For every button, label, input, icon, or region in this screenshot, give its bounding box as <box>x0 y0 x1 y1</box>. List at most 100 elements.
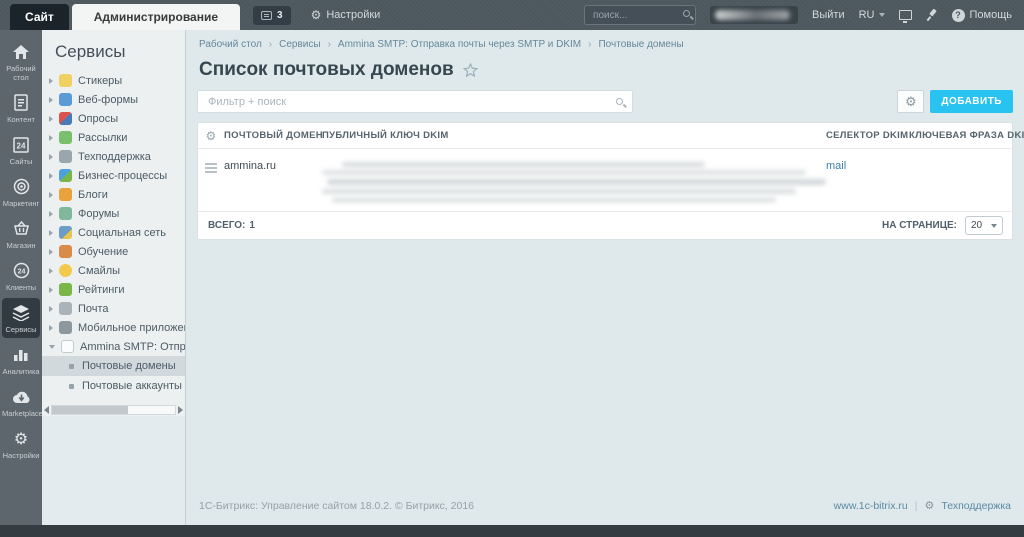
topbar-settings-button[interactable]: Настройки <box>311 8 380 22</box>
language-label: RU <box>858 9 875 21</box>
menu-item-polls[interactable]: Опросы <box>42 109 185 128</box>
smtp-module-icon <box>61 340 74 353</box>
tab-administration[interactable]: Администрирование <box>71 4 241 30</box>
header-dkim-selector[interactable]: СЕЛЕКТОР DKIM <box>826 130 909 141</box>
column-settings-icon[interactable] <box>205 130 216 142</box>
breadcrumb-separator-icon <box>328 39 331 50</box>
sidebar-item-desktop[interactable]: Рабочий стол <box>2 37 40 86</box>
sidebar-item-marketing[interactable]: Маркетинг <box>2 172 40 212</box>
layers-icon <box>12 303 31 322</box>
menu-item-mail[interactable]: Почта <box>42 299 185 318</box>
table-row: ammina.ru mail <box>198 149 1012 212</box>
help-button[interactable]: Помощь <box>951 8 1013 22</box>
add-button[interactable]: ДОБАВИТЬ <box>930 90 1013 113</box>
sidebar-item-sites[interactable]: 24 Сайты <box>2 130 40 170</box>
per-page-select[interactable]: 20 <box>965 216 1003 235</box>
cell-dkim-selector[interactable]: mail <box>826 160 909 172</box>
topbar-right: Выйти RU Помощь <box>584 5 1012 26</box>
header-mail-domain[interactable]: ПОЧТОВЫЙ ДОМЕН <box>224 130 323 141</box>
search-icon <box>683 9 691 17</box>
header-public-key[interactable]: ПУБЛИЧНЫЙ КЛЮЧ DKIM <box>322 130 826 141</box>
chevron-right-icon <box>49 115 53 122</box>
webform-icon <box>59 93 72 106</box>
filter-search-input[interactable] <box>198 95 632 108</box>
poll-icon <box>59 112 72 125</box>
notifications-button[interactable]: 3 <box>253 5 291 25</box>
menu-horizontal-scrollbar <box>42 403 185 416</box>
table-footer: ВСЕГО: 1 НА СТРАНИЦЕ: 20 <box>198 212 1012 239</box>
sticker-icon <box>59 74 72 87</box>
pin-icon[interactable] <box>926 9 938 21</box>
tab-site[interactable]: Сайт <box>10 4 69 30</box>
cell-domain[interactable]: ammina.ru <box>224 160 322 172</box>
cell-public-key-blurred <box>322 160 826 202</box>
language-dropdown[interactable]: RU <box>859 9 885 21</box>
chevron-right-icon <box>49 172 53 179</box>
filter-search-box <box>197 90 633 113</box>
chevron-right-icon <box>49 305 53 312</box>
per-page-label: НА СТРАНИЦЕ: <box>881 220 957 231</box>
row-menu-icon[interactable] <box>198 160 224 173</box>
sidebar-item-marketplace[interactable]: Marketplace <box>2 382 43 422</box>
svg-text:24: 24 <box>17 269 25 276</box>
bitrix-site-link[interactable]: www.1c-bitrix.ru <box>834 500 908 512</box>
app-window: Сайт Администрирование 3 Настройки Выйти… <box>0 0 1024 537</box>
support-link[interactable]: Техподдержка <box>941 500 1011 512</box>
chevron-right-icon <box>49 286 53 293</box>
target-icon <box>12 177 31 196</box>
bullet-icon <box>69 363 74 369</box>
domains-table: ПОЧТОВЫЙ ДОМЕН ПУБЛИЧНЫЙ КЛЮЧ DKIM СЕЛЕК… <box>197 122 1024 240</box>
favorite-star-icon[interactable] <box>462 63 478 77</box>
scrollbar-thumb[interactable] <box>52 405 129 414</box>
chevron-down-icon <box>991 223 997 228</box>
menu-item-ratings[interactable]: Рейтинги <box>42 280 185 299</box>
menu-subitem-mail-domains[interactable]: Почтовые домены <box>42 356 185 376</box>
learning-icon <box>59 245 72 258</box>
menu-panel-filler <box>42 416 185 525</box>
breadcrumb-item-desktop[interactable]: Рабочий стол <box>199 39 262 50</box>
scroll-right-icon[interactable] <box>178 405 183 414</box>
menu-item-bizproc[interactable]: Бизнес-процессы <box>42 166 185 185</box>
gear-icon <box>12 429 31 448</box>
grid-settings-button[interactable] <box>897 90 925 113</box>
menu-item-smileys[interactable]: Смайлы <box>42 261 185 280</box>
sidebar-item-services[interactable]: Сервисы <box>2 298 40 338</box>
menu-item-mailings[interactable]: Рассылки <box>42 128 185 147</box>
menu-item-webforms[interactable]: Веб-формы <box>42 90 185 109</box>
scrollbar-track[interactable] <box>51 404 176 415</box>
user-name-blurred[interactable] <box>710 6 799 24</box>
chevron-down-icon <box>49 344 55 349</box>
menu-item-stickers[interactable]: Стикеры <box>42 71 185 90</box>
sidebar-item-analytics[interactable]: Аналитика <box>2 340 40 380</box>
menu-item-forums[interactable]: Форумы <box>42 204 185 223</box>
sidebar-item-store[interactable]: Магазин <box>2 214 40 254</box>
breadcrumb-item-services[interactable]: Сервисы <box>279 39 320 50</box>
topbar-search-input[interactable] <box>584 5 697 26</box>
menu-item-social[interactable]: Социальная сеть <box>42 223 185 242</box>
breadcrumb-item-mail-domains[interactable]: Почтовые домены <box>598 39 683 50</box>
menu-item-blogs[interactable]: Блоги <box>42 185 185 204</box>
desktop-icon[interactable] <box>898 10 912 23</box>
gear-icon <box>905 95 917 109</box>
help-label: Помощь <box>969 9 1013 21</box>
chevron-right-icon <box>49 324 53 331</box>
blog-icon <box>59 188 72 201</box>
top-bar: Сайт Администрирование 3 Настройки Выйти… <box>0 0 1024 30</box>
sidebar-item-settings[interactable]: Настройки <box>2 424 40 464</box>
menu-item-support[interactable]: Техподдержка <box>42 147 185 166</box>
forum-icon <box>59 207 72 220</box>
logout-link[interactable]: Выйти <box>812 9 845 21</box>
gear-icon <box>925 500 935 512</box>
menu-item-ammina-smtp[interactable]: Ammina SMTP: Отправка почты ч <box>42 337 185 356</box>
social-icon <box>59 226 72 239</box>
header-dkim-phrase[interactable]: КЛЮЧЕВАЯ ФРАЗА DKIM <box>909 130 1024 141</box>
menu-item-mobile-app[interactable]: Мобильное приложение <box>42 318 185 337</box>
notifications-icon <box>261 10 273 20</box>
breadcrumb-item-ammina-smtp[interactable]: Ammina SMTP: Отправка почты через SMTP и… <box>338 39 581 50</box>
scroll-left-icon[interactable] <box>44 405 49 414</box>
footer-divider: | <box>914 500 918 512</box>
sidebar-item-content[interactable]: Контент <box>2 88 40 128</box>
menu-item-learning[interactable]: Обучение <box>42 242 185 261</box>
menu-subitem-mail-accounts[interactable]: Почтовые аккаунты <box>42 376 185 396</box>
sidebar-item-clients[interactable]: 24 Клиенты <box>2 256 40 296</box>
